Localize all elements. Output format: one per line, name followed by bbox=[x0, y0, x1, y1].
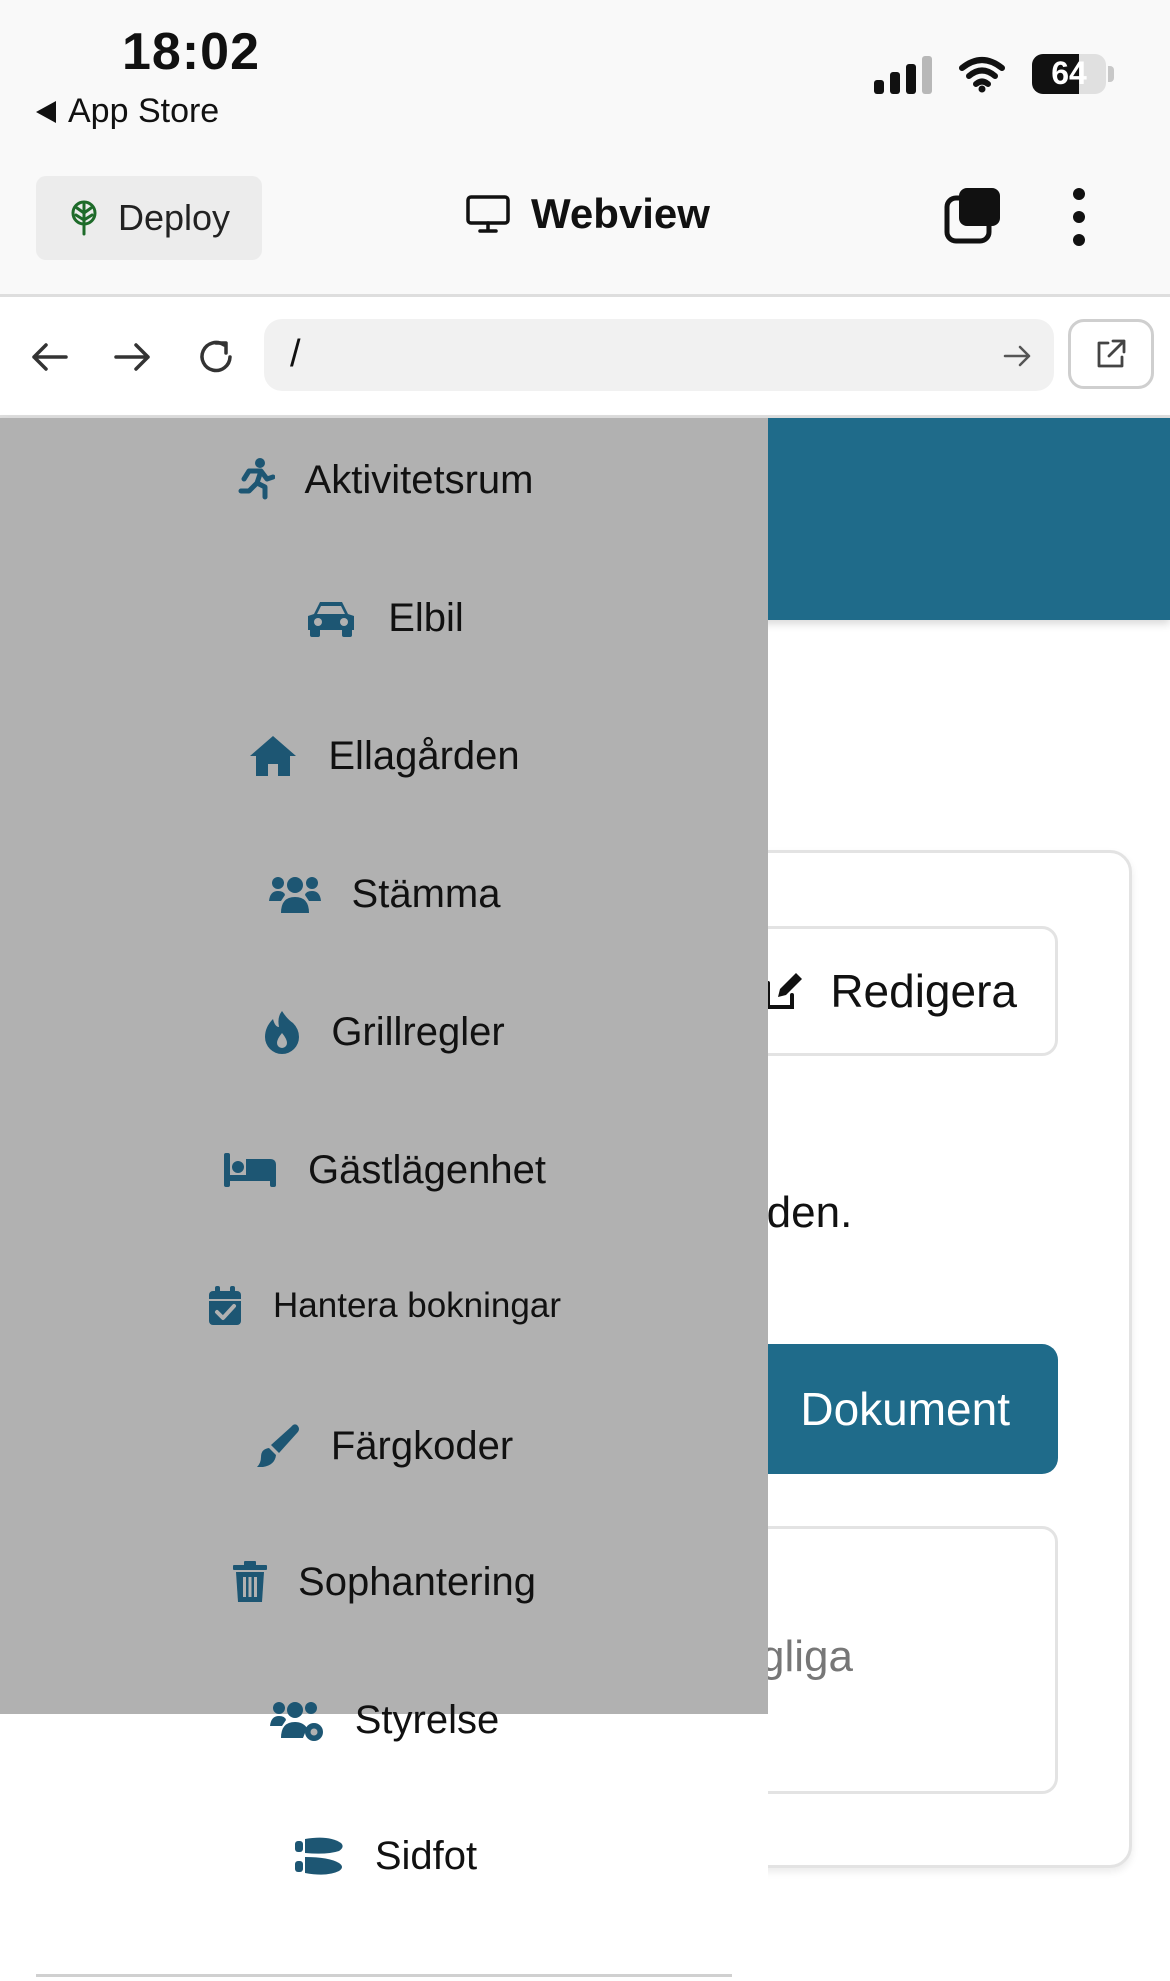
menu-item-label: Gästlägenhet bbox=[308, 1147, 546, 1192]
edit-label: Redigera bbox=[830, 965, 1017, 1017]
status-icons: 64 bbox=[874, 54, 1114, 94]
battery-percent: 64 bbox=[1051, 55, 1087, 91]
menu-item-label: Hantera bokningar bbox=[273, 1286, 561, 1325]
side-menu: Aktivitetsrum Elbil Ellagården Stämma Gr… bbox=[0, 418, 768, 1981]
deploy-button[interactable]: Deploy bbox=[36, 176, 262, 260]
menu-item-label: Färgkoder bbox=[330, 1423, 514, 1468]
tree-icon bbox=[71, 200, 97, 236]
menu-item-sophantering[interactable]: Sophantering bbox=[0, 1544, 768, 1620]
trash-icon bbox=[232, 1560, 268, 1604]
fire-icon bbox=[263, 1009, 301, 1055]
menu-divider bbox=[36, 1974, 732, 1977]
back-label: App Store bbox=[68, 92, 220, 130]
calendar-check-icon bbox=[207, 1285, 243, 1327]
menu-item-hantera-bokningar[interactable]: Hantera bokningar bbox=[0, 1268, 768, 1344]
forward-arrow-icon[interactable] bbox=[110, 335, 154, 379]
menu-item-label: Ellagården bbox=[328, 733, 520, 778]
menu-item-label: Aktivitetsrum bbox=[304, 457, 534, 502]
external-link-icon bbox=[1097, 339, 1126, 368]
menu-item-gastlagenhet[interactable]: Gästlägenhet bbox=[0, 1132, 768, 1208]
bed-icon bbox=[222, 1151, 278, 1189]
edit-icon bbox=[766, 973, 803, 1009]
menu-item-label: Elbil bbox=[388, 595, 464, 640]
car-icon bbox=[304, 598, 358, 638]
deploy-label: Deploy bbox=[117, 197, 231, 238]
url-text: / bbox=[290, 333, 301, 375]
running-person-icon bbox=[235, 457, 275, 503]
cellular-signal-icon bbox=[874, 54, 932, 94]
menu-item-label: Grillregler bbox=[331, 1009, 505, 1054]
reload-icon[interactable] bbox=[194, 335, 238, 379]
status-bar: 18:02 App Store 64 bbox=[0, 0, 1170, 160]
users-cog-icon bbox=[269, 1698, 325, 1742]
back-triangle-icon bbox=[36, 100, 56, 123]
open-external-button[interactable] bbox=[1068, 319, 1154, 389]
browser-url-bar: / bbox=[0, 297, 1170, 418]
menu-item-styrelse[interactable]: Styrelse bbox=[0, 1682, 768, 1758]
tabs-icon[interactable] bbox=[944, 186, 1002, 244]
menu-item-grillregler[interactable]: Grillregler bbox=[0, 994, 768, 1070]
menu-item-fargkoder[interactable]: Färgkoder bbox=[0, 1408, 768, 1484]
app-title-label: Webview bbox=[531, 190, 710, 237]
menu-item-stamma[interactable]: Stämma bbox=[0, 856, 768, 932]
battery-icon: 64 bbox=[1032, 54, 1114, 94]
menu-item-label: Sophantering bbox=[298, 1559, 536, 1604]
menu-item-ellagarden[interactable]: Ellagården bbox=[0, 718, 768, 794]
shoe-prints-icon bbox=[291, 1835, 345, 1877]
inner-card-text: gliga bbox=[760, 1632, 853, 1681]
menu-item-label: Styrelse bbox=[354, 1697, 500, 1742]
go-arrow-icon[interactable] bbox=[1002, 341, 1032, 371]
document-label: Dokument bbox=[800, 1383, 1010, 1435]
back-arrow-icon[interactable] bbox=[28, 335, 72, 379]
app-toolbar: Deploy Webview bbox=[0, 160, 1170, 297]
menu-item-label: Stämma bbox=[351, 871, 501, 916]
paintbrush-icon bbox=[255, 1423, 301, 1469]
back-to-app-store[interactable]: App Store bbox=[36, 92, 219, 131]
menu-item-aktivitetsrum[interactable]: Aktivitetsrum bbox=[0, 442, 768, 518]
wifi-icon bbox=[959, 57, 1005, 93]
home-icon bbox=[248, 734, 298, 778]
menu-item-elbil[interactable]: Elbil bbox=[0, 580, 768, 656]
clock: 18:02 bbox=[122, 23, 260, 81]
monitor-icon bbox=[466, 195, 510, 233]
url-input[interactable]: / bbox=[264, 319, 1054, 391]
more-options-icon[interactable] bbox=[1064, 188, 1094, 246]
users-icon bbox=[268, 873, 322, 915]
menu-item-label: Sidfot bbox=[374, 1833, 478, 1878]
app-title: Webview bbox=[465, 190, 710, 238]
menu-item-sidfot[interactable]: Sidfot bbox=[0, 1818, 768, 1894]
